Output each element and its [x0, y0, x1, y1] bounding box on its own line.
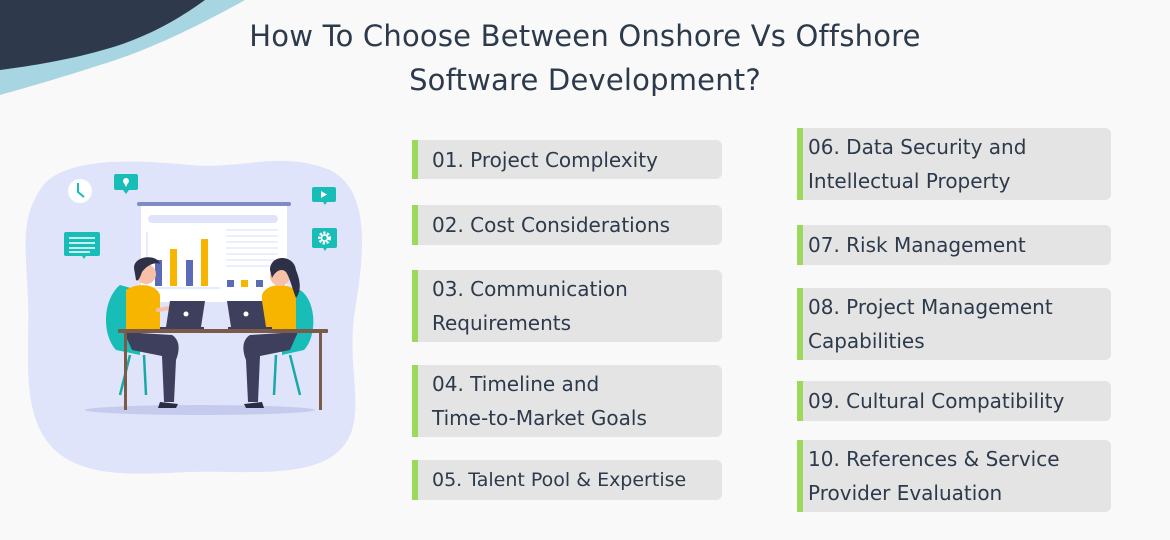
chart-bar: [170, 249, 177, 286]
factor-label: 01. Project Complexity: [432, 147, 658, 172]
factor-label: 08. Project Management Capabilities: [808, 295, 1053, 353]
factor-card-03[interactable]: 03. Communication Requirements: [412, 270, 722, 342]
factor-card-08[interactable]: 08. Project Management Capabilities: [797, 288, 1111, 360]
factor-card-06[interactable]: 06. Data Security and Intellectual Prope…: [797, 128, 1111, 200]
page-title: How To Choose Between Onshore Vs Offshor…: [0, 14, 1170, 102]
clock-icon: [68, 179, 92, 203]
factor-label: 03. Communication Requirements: [432, 277, 628, 335]
factor-label: 05. Talent Pool & Expertise: [432, 469, 687, 491]
chart-bar: [186, 260, 193, 286]
factor-label: 07. Risk Management: [808, 233, 1026, 257]
factor-label: 06. Data Security and Intellectual Prope…: [808, 135, 1027, 193]
team-meeting-illustration: [25, 160, 363, 474]
factor-card-10[interactable]: 10. References & Service Provider Evalua…: [797, 440, 1111, 512]
chat-message-icon: [64, 232, 100, 259]
factor-card-04[interactable]: 04. Timeline and Time-to-Market Goals: [412, 365, 722, 437]
factor-label: 10. References & Service Provider Evalua…: [808, 447, 1060, 505]
title-line-2: Software Development?: [409, 63, 761, 97]
chart-bar: [201, 239, 208, 286]
factor-card-09[interactable]: 09. Cultural Compatibility: [797, 381, 1111, 421]
factor-card-01[interactable]: 01. Project Complexity: [412, 140, 722, 179]
gear-icon: [312, 228, 337, 251]
factor-card-02[interactable]: 02. Cost Considerations: [412, 205, 722, 245]
factor-card-07[interactable]: 07. Risk Management: [797, 225, 1111, 265]
factor-label: 04. Timeline and Time-to-Market Goals: [432, 372, 647, 430]
factor-label: 09. Cultural Compatibility: [808, 389, 1065, 413]
factor-card-05[interactable]: 05. Talent Pool & Expertise: [412, 460, 722, 500]
title-line-1: How To Choose Between Onshore Vs Offshor…: [249, 19, 921, 53]
presentation-board: [137, 202, 291, 302]
chart-bar: [155, 260, 162, 286]
factor-label: 02. Cost Considerations: [432, 213, 671, 237]
